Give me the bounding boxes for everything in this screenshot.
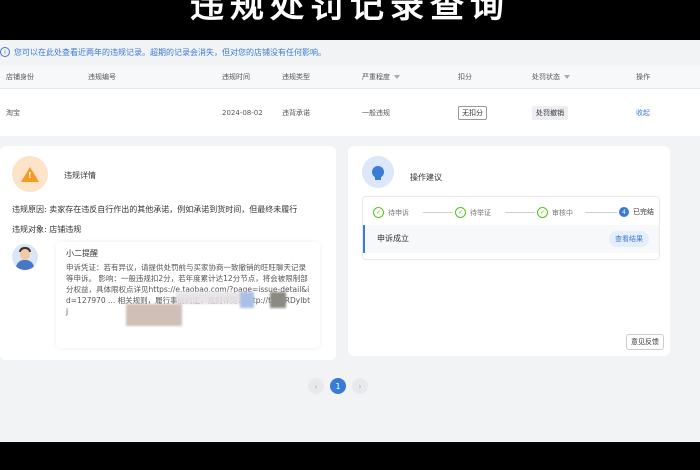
pagination: ‹ 1 › bbox=[308, 378, 368, 394]
message-sender: 小二提醒 bbox=[66, 249, 98, 258]
result-text: 申诉成立 bbox=[377, 234, 409, 243]
header-type: 违规类型 bbox=[282, 73, 310, 81]
blurred-region bbox=[126, 304, 182, 326]
advice-title: 操作建议 bbox=[410, 173, 442, 182]
points-tag: 无扣分 bbox=[458, 106, 487, 120]
cell-status-wrap: 处罚撤销 bbox=[532, 89, 568, 137]
result-row: 申诉成立 查看结果 bbox=[363, 225, 659, 253]
table-row: 淘宝 2024-08-02 违背承诺 一般违规 无扣分 处罚撤销 收起 bbox=[0, 89, 700, 137]
status-badge: 处罚撤销 bbox=[532, 106, 568, 120]
violation-record-screen: i 您可以在此处查看近两年的违规记录。超期的记录会消失，但对您的店铺没有任何影响… bbox=[0, 40, 700, 442]
step-4: 4 已完结 bbox=[619, 207, 654, 217]
cell-type: 违背承诺 bbox=[282, 109, 310, 117]
header-violation-id: 违规编号 bbox=[88, 73, 116, 81]
blurred-region bbox=[240, 292, 254, 308]
header-points: 扣分 bbox=[458, 73, 472, 81]
step-label: 待举证 bbox=[470, 208, 491, 217]
operation-advice-panel: 操作建议 ✓ 待申诉 ✓ 待举证 ✓ 审核中 4 已完结 申诉成立 查看结果 意… bbox=[348, 146, 670, 356]
notice-text: 您可以在此处查看近两年的违规记录。超期的记录会消失，但对您的店铺没有任何影响。 bbox=[14, 47, 326, 57]
target-text: 店铺违规 bbox=[49, 225, 82, 234]
message-text: 申诉凭证：若有异议，请提供处罚前与买家协商一致撤销的旺旺聊天记录等申诉。 影响：… bbox=[66, 263, 311, 316]
check-icon: ✓ bbox=[537, 207, 548, 218]
notice-bar: i 您可以在此处查看近两年的违规记录。超期的记录会消失，但对您的店铺没有任何影响… bbox=[0, 44, 326, 60]
header-status-label: 处罚状态 bbox=[532, 73, 560, 81]
target-label: 违规对象: bbox=[12, 225, 47, 234]
reason-text: 卖家存在违反自行作出的其他承诺，例如承诺到货时间，但最终未履行 bbox=[49, 205, 298, 214]
step-connector bbox=[585, 212, 617, 213]
warning-icon: ! bbox=[12, 156, 48, 192]
violation-table: 店铺身份 违规编号 违规时间 违规类型 严重程度 扣分 处罚状态 操作 淘宝 2… bbox=[0, 66, 700, 136]
cell-severity: 一般违规 bbox=[362, 109, 390, 117]
header-severity[interactable]: 严重程度 bbox=[362, 66, 400, 88]
violation-target: 违规对象: 店铺违规 bbox=[12, 224, 81, 235]
step-connector bbox=[505, 212, 535, 213]
step-3: ✓ 审核中 bbox=[537, 207, 573, 218]
filter-icon[interactable] bbox=[564, 75, 570, 79]
violation-reason: 违规原因: 卖家存在违反自行作出的其他承诺，例如承诺到货时间，但最终未履行 bbox=[12, 204, 297, 215]
cell-points-wrap: 无扣分 bbox=[458, 89, 487, 137]
avatar bbox=[12, 244, 38, 270]
blurred-region bbox=[176, 292, 246, 304]
step-label: 审核中 bbox=[552, 208, 573, 217]
cell-time: 2024-08-02 bbox=[222, 109, 263, 117]
header-status[interactable]: 处罚状态 bbox=[532, 66, 570, 88]
detail-title: 违规详情 bbox=[64, 171, 96, 180]
step-number: 4 bbox=[619, 207, 629, 217]
violation-detail-panel: ! 违规详情 违规原因: 卖家存在违反自行作出的其他承诺，例如承诺到货时间，但最… bbox=[0, 146, 336, 360]
prev-page-button[interactable]: ‹ bbox=[308, 378, 324, 394]
reason-label: 违规原因: bbox=[12, 205, 47, 214]
page-1-button[interactable]: 1 bbox=[330, 378, 346, 394]
video-caption-band: 违规处罚记录查询 bbox=[0, 0, 700, 40]
check-icon: ✓ bbox=[373, 207, 384, 218]
blurred-region bbox=[270, 292, 286, 308]
feedback-button[interactable]: 意见反馈 bbox=[626, 334, 664, 350]
view-result-button[interactable]: 查看结果 bbox=[609, 231, 649, 247]
step-2: ✓ 待举证 bbox=[455, 207, 491, 218]
video-caption: 违规处罚记录查询 bbox=[190, 0, 510, 26]
check-icon: ✓ bbox=[455, 207, 466, 218]
cell-shop: 淘宝 bbox=[6, 109, 20, 117]
bulb-icon bbox=[362, 156, 394, 188]
message-box: 小二提醒 申诉凭证：若有异议，请提供处罚前与买家协商一致撤销的旺旺聊天记录等申诉… bbox=[56, 242, 320, 348]
header-action: 操作 bbox=[636, 73, 650, 81]
next-page-button[interactable]: › bbox=[352, 378, 368, 394]
step-1: ✓ 待申诉 bbox=[373, 207, 409, 218]
progress-steps: ✓ 待申诉 ✓ 待举证 ✓ 审核中 4 已完结 申诉成立 查看结果 bbox=[362, 196, 660, 260]
collapse-link[interactable]: 收起 bbox=[636, 89, 650, 137]
header-shop: 店铺身份 bbox=[6, 73, 34, 81]
filter-icon[interactable] bbox=[394, 75, 400, 79]
step-connector bbox=[423, 212, 453, 213]
header-severity-label: 严重程度 bbox=[362, 73, 390, 81]
step-label: 待申诉 bbox=[388, 208, 409, 217]
header-time: 违规时间 bbox=[222, 73, 250, 81]
table-header: 店铺身份 违规编号 违规时间 违规类型 严重程度 扣分 处罚状态 操作 bbox=[0, 66, 700, 89]
bottom-black-band bbox=[0, 442, 700, 470]
info-icon: i bbox=[0, 47, 10, 57]
step-label: 已完结 bbox=[633, 208, 654, 216]
